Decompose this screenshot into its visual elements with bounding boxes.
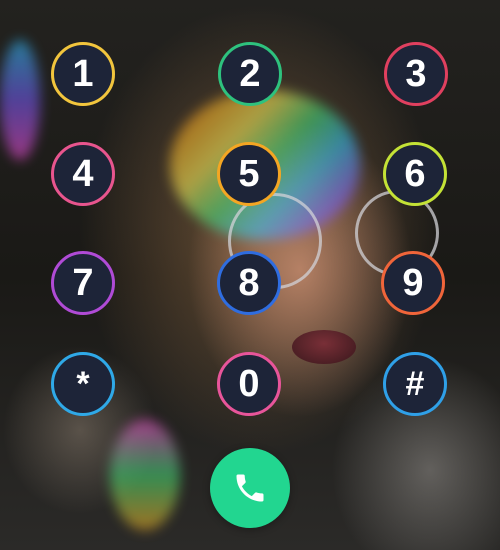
key-label: 8	[238, 262, 260, 304]
key-label: 0	[238, 363, 260, 405]
key-3[interactable]: 3	[384, 42, 448, 106]
phone-icon	[236, 474, 264, 502]
key-label: *	[76, 365, 90, 403]
key-5[interactable]: 5	[217, 142, 281, 206]
key-hash[interactable]: #	[383, 352, 447, 416]
key-label: 2	[239, 53, 261, 95]
key-1[interactable]: 1	[51, 42, 115, 106]
key-4[interactable]: 4	[51, 142, 115, 206]
key-0[interactable]: 0	[217, 352, 281, 416]
key-label: 1	[72, 53, 94, 95]
key-label: 6	[404, 153, 426, 195]
call-button[interactable]	[210, 448, 290, 528]
key-2[interactable]: 2	[218, 42, 282, 106]
key-8[interactable]: 8	[217, 251, 281, 315]
key-7[interactable]: 7	[51, 251, 115, 315]
dialer-screen: 1 2 3 4 5 6 7 8 9 * 0 #	[0, 0, 500, 550]
rainbow-light-reflection	[0, 40, 40, 160]
key-star[interactable]: *	[51, 352, 115, 416]
key-label: 9	[402, 262, 424, 304]
rainbow-light-reflection	[110, 420, 180, 530]
key-6[interactable]: 6	[383, 142, 447, 206]
key-label: 5	[238, 153, 260, 195]
lips	[292, 330, 356, 364]
key-label: 7	[72, 262, 94, 304]
key-9[interactable]: 9	[381, 251, 445, 315]
key-label: 3	[405, 53, 427, 95]
key-label: 4	[72, 153, 94, 195]
key-label: #	[405, 365, 425, 403]
